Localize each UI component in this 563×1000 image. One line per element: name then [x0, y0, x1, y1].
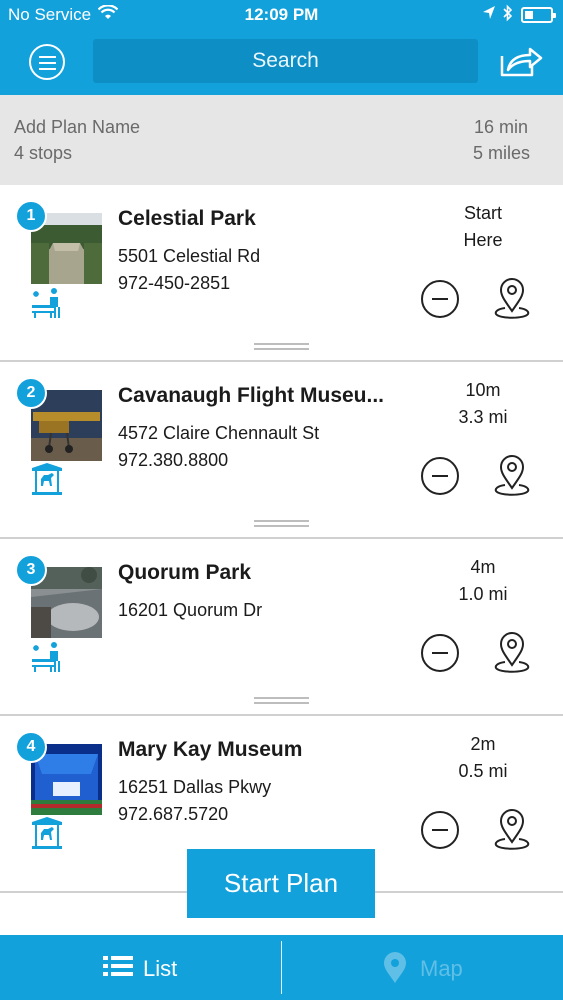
carousel-horse-icon: [30, 816, 64, 850]
location-arrow-icon: [482, 5, 496, 26]
stop-phone[interactable]: 972-450-2851: [118, 273, 230, 294]
stop-time-line-2: 0.5 mi: [458, 761, 508, 781]
stop-item[interactable]: 3 Quorum Park 16201 Quorum Dr 4m 1.0 mi: [0, 539, 563, 716]
stop-item[interactable]: 1 Celestial Park 5501 Celestial Rd 972-4…: [0, 185, 563, 362]
map-pin-icon: [494, 278, 530, 319]
stop-time-line-2: 1.0 mi: [458, 584, 508, 604]
park-bench-icon: [30, 639, 64, 673]
stop-time-line-1: 2m: [470, 734, 496, 754]
list-icon: [103, 955, 133, 983]
plan-summary: Add Plan Name 4 stops 16 min 5 miles: [0, 95, 563, 185]
map-pin-icon: [494, 455, 530, 496]
remove-stop-button[interactable]: [421, 811, 459, 849]
stop-address: 4572 Claire Chennault St: [118, 423, 320, 443]
tab-map[interactable]: Map: [282, 935, 563, 1000]
stop-number-badge: 1: [15, 200, 47, 232]
menu-icon-line: [39, 56, 56, 58]
stop-time-line-2: 3.3 mi: [458, 407, 508, 427]
plan-name-field[interactable]: Add Plan Name: [14, 117, 140, 138]
remove-stop-button[interactable]: [421, 634, 459, 672]
stop-address: 16251 Dallas Pkwy: [118, 777, 272, 797]
stop-number-badge: 2: [15, 377, 47, 409]
share-button[interactable]: [499, 44, 543, 78]
map-pin-icon: [494, 632, 530, 673]
tab-list-label: List: [143, 956, 178, 981]
map-pin-button[interactable]: [493, 808, 531, 852]
share-arrow-icon: [500, 47, 543, 77]
stop-address: 5501 Celestial Rd: [118, 246, 261, 266]
stop-number-badge: 4: [15, 731, 47, 763]
header: No Service 12:09 PM Search: [0, 0, 563, 95]
tab-bar: List Map: [0, 935, 563, 1000]
map-pin-icon: [494, 809, 530, 850]
remove-stop-button[interactable]: [421, 280, 459, 318]
bluetooth-icon: [503, 4, 513, 27]
stop-phone[interactable]: 972.380.8800: [118, 450, 228, 471]
stop-item[interactable]: 2 Cavanaugh Flight Museu... 4572 Claire …: [0, 362, 563, 539]
stop-name[interactable]: Mary Kay Museum: [118, 738, 408, 762]
remove-stop-button[interactable]: [421, 457, 459, 495]
stop-phone[interactable]: 972.687.5720: [118, 804, 228, 825]
map-marker-icon: [382, 952, 408, 990]
stop-number-badge: 3: [15, 554, 47, 586]
stop-name[interactable]: Cavanaugh Flight Museu...: [118, 384, 408, 408]
stop-time-line-1: 4m: [470, 557, 496, 577]
start-plan-button[interactable]: Start Plan: [187, 849, 375, 918]
clock: 12:09 PM: [244, 5, 319, 24]
status-bar: No Service 12:09 PM: [0, 0, 563, 30]
stop-time-line-1: Start: [463, 203, 502, 223]
stops-count: 4 stops: [14, 143, 73, 163]
stop-time-line-1: 10m: [465, 380, 501, 400]
menu-icon-line: [39, 68, 56, 70]
total-distance: 5 miles: [472, 143, 530, 163]
tab-map-label: Map: [420, 956, 463, 981]
stop-name[interactable]: Quorum Park: [118, 561, 408, 585]
map-pin-button[interactable]: [493, 277, 531, 321]
menu-button[interactable]: [29, 44, 65, 80]
stop-time-line-2: Here: [463, 230, 503, 250]
carousel-horse-icon: [30, 462, 64, 496]
reorder-handle[interactable]: [254, 520, 309, 527]
menu-icon-line: [39, 62, 56, 64]
tab-list[interactable]: List: [0, 935, 281, 1000]
reorder-handle[interactable]: [254, 697, 309, 704]
total-time: 16 min: [473, 117, 528, 137]
map-pin-button[interactable]: [493, 454, 531, 498]
reorder-handle[interactable]: [254, 343, 309, 350]
stop-address: 16201 Quorum Dr: [118, 600, 263, 620]
map-pin-button[interactable]: [493, 631, 531, 675]
search-field[interactable]: Search: [93, 39, 478, 83]
battery-icon: [521, 7, 556, 23]
stop-name[interactable]: Celestial Park: [118, 207, 408, 231]
park-bench-icon: [30, 285, 64, 319]
